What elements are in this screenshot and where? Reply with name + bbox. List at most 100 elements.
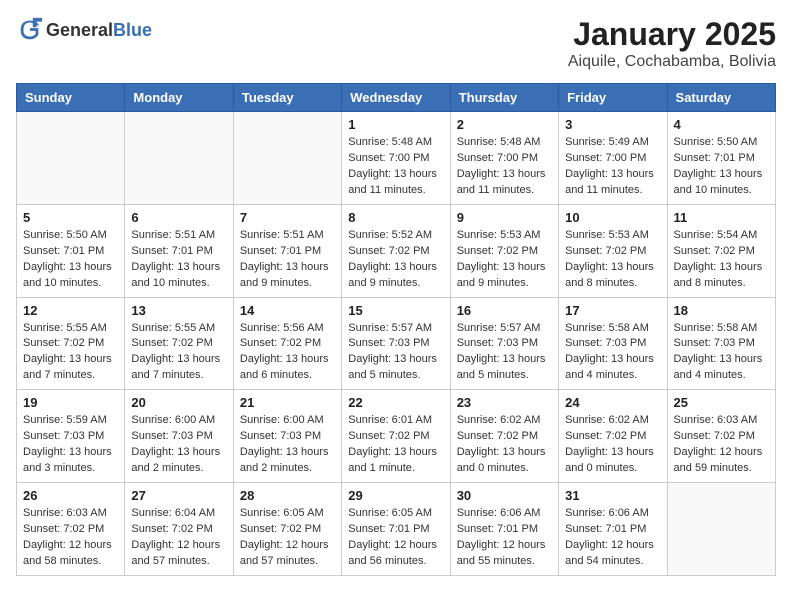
- day-number: 26: [23, 488, 118, 503]
- calendar-cell: 4Sunrise: 5:50 AMSunset: 7:01 PMDaylight…: [667, 112, 775, 205]
- calendar-cell: 7 Sunrise: 5:51 AMSunset: 7:01 PMDaylight…: [233, 204, 341, 297]
- day-number: 29: [348, 488, 443, 503]
- day-number: 25: [674, 395, 769, 410]
- calendar-table: SundayMondayTuesdayWednesdayThursdayFrid…: [16, 83, 776, 576]
- weekday-header-tuesday: Tuesday: [233, 84, 341, 112]
- day-number: 23: [457, 395, 552, 410]
- calendar-week-row: 5 Sunrise: 5:50 AMSunset: 7:01 PMDaylight…: [17, 204, 776, 297]
- day-info: Sunrise: 6:00 AMSunset: 7:03 PMDaylight:…: [131, 413, 226, 477]
- calendar-cell: 28 Sunrise: 6:05 AMSunset: 7:02 PMDayligh…: [233, 483, 341, 576]
- calendar-cell: 19Sunrise: 5:59 AMSunset: 7:03 PMDayligh…: [17, 390, 125, 483]
- calendar-cell: 30Sunrise: 6:06 AMSunset: 7:01 PMDayligh…: [450, 483, 558, 576]
- calendar-cell: 14 Sunrise: 5:56 AMSunset: 7:02 PMDayligh…: [233, 297, 341, 390]
- day-info: Sunrise: 5:48 AMSunset: 7:00 PMDaylight:…: [457, 135, 552, 199]
- calendar-cell: 3 Sunrise: 5:49 AMSunset: 7:00 PMDaylight…: [559, 112, 667, 205]
- calendar-cell: 10Sunrise: 5:53 AMSunset: 7:02 PMDayligh…: [559, 204, 667, 297]
- day-number: 21: [240, 395, 335, 410]
- day-number: 8: [348, 210, 443, 225]
- logo-text: GeneralBlue: [46, 20, 152, 41]
- day-info: Sunrise: 5:51 AMSunset: 7:01 PMDaylight:…: [240, 228, 335, 292]
- calendar-week-row: 1 Sunrise: 5:48 AMSunset: 7:00 PMDaylight…: [17, 112, 776, 205]
- day-number: 3: [565, 117, 660, 132]
- calendar-cell: [17, 112, 125, 205]
- month-title: January 2025: [568, 16, 776, 53]
- day-info: Sunrise: 5:56 AMSunset: 7:02 PMDaylight:…: [240, 321, 335, 385]
- day-info: Sunrise: 6:06 AMSunset: 7:01 PMDaylight:…: [457, 506, 552, 570]
- calendar-cell: [233, 112, 341, 205]
- day-info: Sunrise: 5:52 AMSunset: 7:02 PMDaylight:…: [348, 228, 443, 292]
- calendar-cell: 31 Sunrise: 6:06 AMSunset: 7:01 PMDayligh…: [559, 483, 667, 576]
- day-info: Sunrise: 5:57 AMSunset: 7:03 PMDaylight:…: [348, 321, 443, 385]
- calendar-week-row: 26 Sunrise: 6:03 AMSunset: 7:02 PMDayligh…: [17, 483, 776, 576]
- calendar-cell: 15 Sunrise: 5:57 AMSunset: 7:03 PMDayligh…: [342, 297, 450, 390]
- day-number: 22: [348, 395, 443, 410]
- day-info: Sunrise: 6:03 AMSunset: 7:02 PMDaylight:…: [674, 413, 769, 477]
- calendar-cell: 21 Sunrise: 6:00 AMSunset: 7:03 PMDayligh…: [233, 390, 341, 483]
- day-number: 1: [348, 117, 443, 132]
- day-info: Sunrise: 5:55 AMSunset: 7:02 PMDaylight:…: [23, 321, 118, 385]
- day-number: 19: [23, 395, 118, 410]
- day-info: Sunrise: 6:00 AMSunset: 7:03 PMDaylight:…: [240, 413, 335, 477]
- day-number: 31: [565, 488, 660, 503]
- calendar-cell: [125, 112, 233, 205]
- calendar-cell: 29 Sunrise: 6:05 AMSunset: 7:01 PMDayligh…: [342, 483, 450, 576]
- calendar-cell: 1Sunrise: 5:48 AMSunset: 7:00 PMDaylight…: [342, 112, 450, 205]
- calendar-cell: 8 Sunrise: 5:52 AMSunset: 7:02 PMDaylight…: [342, 204, 450, 297]
- day-number: 2: [457, 117, 552, 132]
- logo-icon: [16, 16, 44, 44]
- day-number: 14: [240, 303, 335, 318]
- day-number: 10: [565, 210, 660, 225]
- day-number: 27: [131, 488, 226, 503]
- page-header: GeneralBlue January 2025 Aiquile, Cochab…: [16, 16, 776, 71]
- day-info: Sunrise: 5:50 AMSunset: 7:01 PMDaylight:…: [23, 228, 118, 292]
- day-number: 6: [131, 210, 226, 225]
- day-number: 16: [457, 303, 552, 318]
- calendar-cell: 16Sunrise: 5:57 AMSunset: 7:03 PMDayligh…: [450, 297, 558, 390]
- day-number: 18: [674, 303, 769, 318]
- day-info: Sunrise: 6:02 AMSunset: 7:02 PMDaylight:…: [565, 413, 660, 477]
- logo: GeneralBlue: [16, 16, 152, 44]
- calendar-cell: 26 Sunrise: 6:03 AMSunset: 7:02 PMDayligh…: [17, 483, 125, 576]
- title-block: January 2025 Aiquile, Cochabamba, Bolivi…: [568, 16, 776, 71]
- calendar-cell: 5 Sunrise: 5:50 AMSunset: 7:01 PMDaylight…: [17, 204, 125, 297]
- day-number: 4: [674, 117, 769, 132]
- day-info: Sunrise: 5:58 AMSunset: 7:03 PMDaylight:…: [565, 321, 660, 385]
- day-info: Sunrise: 6:03 AMSunset: 7:02 PMDaylight:…: [23, 506, 118, 570]
- day-number: 5: [23, 210, 118, 225]
- day-info: Sunrise: 5:54 AMSunset: 7:02 PMDaylight:…: [674, 228, 769, 292]
- logo-blue: Blue: [113, 20, 152, 40]
- calendar-cell: [667, 483, 775, 576]
- day-info: Sunrise: 5:55 AMSunset: 7:02 PMDaylight:…: [131, 321, 226, 385]
- day-number: 17: [565, 303, 660, 318]
- day-info: Sunrise: 5:49 AMSunset: 7:00 PMDaylight:…: [565, 135, 660, 199]
- weekday-header-wednesday: Wednesday: [342, 84, 450, 112]
- weekday-header-row: SundayMondayTuesdayWednesdayThursdayFrid…: [17, 84, 776, 112]
- day-number: 28: [240, 488, 335, 503]
- day-number: 15: [348, 303, 443, 318]
- location: Aiquile, Cochabamba, Bolivia: [568, 53, 776, 71]
- day-info: Sunrise: 6:05 AMSunset: 7:01 PMDaylight:…: [348, 506, 443, 570]
- weekday-header-monday: Monday: [125, 84, 233, 112]
- day-info: Sunrise: 6:06 AMSunset: 7:01 PMDaylight:…: [565, 506, 660, 570]
- day-number: 11: [674, 210, 769, 225]
- day-info: Sunrise: 5:53 AMSunset: 7:02 PMDaylight:…: [457, 228, 552, 292]
- calendar-cell: 22 Sunrise: 6:01 AMSunset: 7:02 PMDayligh…: [342, 390, 450, 483]
- calendar-cell: 11 Sunrise: 5:54 AMSunset: 7:02 PMDayligh…: [667, 204, 775, 297]
- calendar-week-row: 12Sunrise: 5:55 AMSunset: 7:02 PMDayligh…: [17, 297, 776, 390]
- calendar-cell: 6Sunrise: 5:51 AMSunset: 7:01 PMDaylight…: [125, 204, 233, 297]
- logo-general: General: [46, 20, 113, 40]
- day-info: Sunrise: 6:01 AMSunset: 7:02 PMDaylight:…: [348, 413, 443, 477]
- calendar-cell: 20Sunrise: 6:00 AMSunset: 7:03 PMDayligh…: [125, 390, 233, 483]
- calendar-cell: 12Sunrise: 5:55 AMSunset: 7:02 PMDayligh…: [17, 297, 125, 390]
- weekday-header-sunday: Sunday: [17, 84, 125, 112]
- day-info: Sunrise: 6:05 AMSunset: 7:02 PMDaylight:…: [240, 506, 335, 570]
- day-number: 7: [240, 210, 335, 225]
- calendar-cell: 2 Sunrise: 5:48 AMSunset: 7:00 PMDaylight…: [450, 112, 558, 205]
- day-info: Sunrise: 6:02 AMSunset: 7:02 PMDaylight:…: [457, 413, 552, 477]
- day-info: Sunrise: 5:58 AMSunset: 7:03 PMDaylight:…: [674, 321, 769, 385]
- calendar-week-row: 19Sunrise: 5:59 AMSunset: 7:03 PMDayligh…: [17, 390, 776, 483]
- weekday-header-saturday: Saturday: [667, 84, 775, 112]
- weekday-header-thursday: Thursday: [450, 84, 558, 112]
- calendar-cell: 18 Sunrise: 5:58 AMSunset: 7:03 PMDayligh…: [667, 297, 775, 390]
- day-number: 24: [565, 395, 660, 410]
